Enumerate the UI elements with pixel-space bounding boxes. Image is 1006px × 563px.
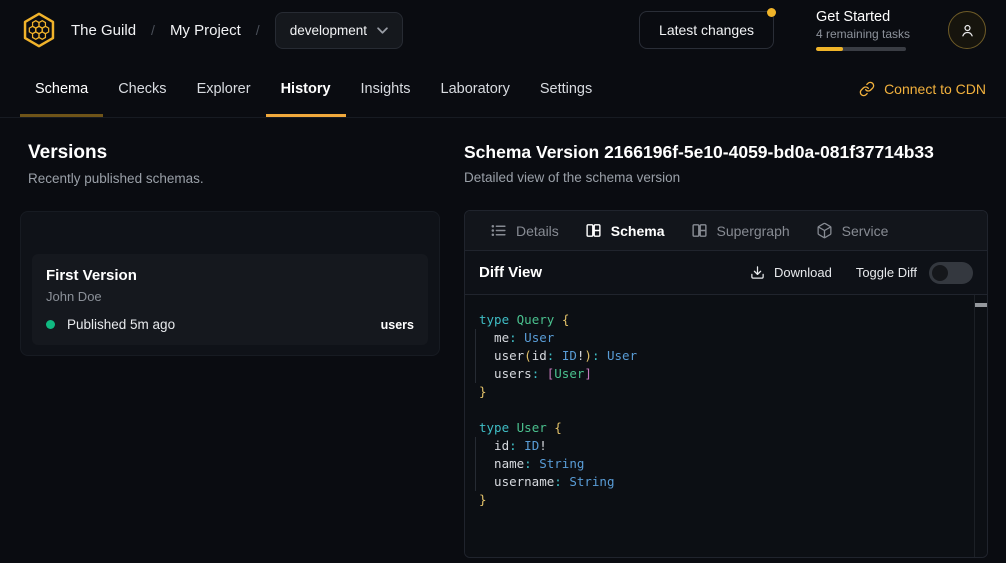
service-badge: users	[381, 318, 414, 332]
latest-changes-button[interactable]: Latest changes	[639, 11, 774, 49]
breadcrumb-org[interactable]: The Guild	[71, 22, 136, 39]
schema-version-column: Schema Version 2166196f-5e10-4059-bd0a-0…	[464, 142, 988, 563]
get-started-widget[interactable]: Get Started 4 remaining tasks	[816, 9, 906, 51]
code-line: name: String	[479, 455, 963, 473]
version-card-author: John Doe	[46, 289, 414, 304]
columns-icon	[691, 222, 708, 239]
versions-subtitle: Recently published schemas.	[28, 171, 440, 186]
environment-selector[interactable]: development	[275, 12, 403, 49]
schema-sdl-viewer: type Query { me: User user(id: ID!): Use…	[465, 295, 987, 557]
user-avatar-button[interactable]	[948, 11, 986, 49]
code-scrollbar-thumb[interactable]	[975, 303, 987, 307]
get-started-subtitle: 4 remaining tasks	[816, 27, 906, 41]
code-line: type User {	[479, 419, 963, 437]
panel-tab-label: Schema	[611, 223, 665, 239]
versions-header: Versions Recently published schemas.	[28, 142, 440, 186]
version-card-title: First Version	[46, 267, 414, 284]
environment-selected-label: development	[290, 23, 367, 38]
versions-list: First Version John Doe Published 5m ago …	[20, 211, 440, 356]
code-line: me: User	[479, 329, 963, 347]
top-bar: The Guild / My Project / development Lat…	[0, 0, 1006, 60]
panel-tab-service[interactable]: Service	[803, 211, 902, 250]
panel-tab-bar: Details Schema	[465, 211, 987, 251]
panel-tab-schema[interactable]: Schema	[572, 211, 678, 250]
tab-checks[interactable]: Checks	[103, 60, 181, 117]
download-icon	[750, 265, 765, 280]
breadcrumb-separator: /	[256, 22, 260, 38]
versions-title: Versions	[28, 142, 440, 164]
code-line: }	[479, 491, 963, 509]
panel-tab-supergraph[interactable]: Supergraph	[678, 211, 803, 250]
tab-laboratory[interactable]: Laboratory	[426, 60, 525, 117]
code-line: users: [User]	[479, 365, 963, 383]
schema-version-title: Schema Version 2166196f-5e10-4059-bd0a-0…	[464, 142, 988, 163]
list-icon	[490, 222, 507, 239]
schema-version-subtitle: Detailed view of the schema version	[464, 170, 988, 185]
tab-insights[interactable]: Insights	[346, 60, 426, 117]
tab-schema[interactable]: Schema	[20, 60, 103, 117]
target-nav: Schema Checks Explorer History Insights …	[0, 60, 1006, 118]
get-started-title: Get Started	[816, 9, 906, 25]
code-line: user(id: ID!): User	[479, 347, 963, 365]
published-status-dot	[46, 320, 55, 329]
version-card-meta: Published 5m ago users	[46, 317, 414, 332]
panel-tab-label: Details	[516, 223, 559, 239]
latest-changes-label: Latest changes	[659, 22, 754, 38]
tab-explorer[interactable]: Explorer	[182, 60, 266, 117]
tab-settings[interactable]: Settings	[525, 60, 607, 117]
topbar-right-group: Latest changes Get Started 4 remaining t…	[639, 9, 986, 51]
tab-history[interactable]: History	[266, 60, 346, 117]
connect-to-cdn-label: Connect to CDN	[884, 81, 986, 97]
code-line: username: String	[479, 473, 963, 491]
guild-honeycomb-logo-icon[interactable]	[20, 11, 58, 49]
graphql-code-block: type Query { me: User user(id: ID!): Use…	[479, 311, 963, 509]
schema-version-header: Schema Version 2166196f-5e10-4059-bd0a-0…	[464, 142, 988, 185]
user-icon	[959, 22, 976, 39]
code-line: id: ID!	[479, 437, 963, 455]
link-icon	[859, 81, 875, 97]
breadcrumb-separator: /	[151, 22, 155, 38]
published-status-text: Published 5m ago	[67, 317, 175, 332]
versions-column: Versions Recently published schemas. Fir…	[20, 142, 440, 563]
get-started-progress-track	[816, 47, 906, 51]
panel-tab-label: Supergraph	[717, 223, 790, 239]
toggle-diff-group: Toggle Diff	[856, 262, 973, 284]
toggle-diff-label: Toggle Diff	[856, 265, 917, 280]
diff-view-controls: Download Toggle Diff	[750, 262, 973, 284]
code-line: }	[479, 383, 963, 401]
toggle-diff-switch[interactable]	[929, 262, 973, 284]
download-label: Download	[774, 265, 832, 280]
version-card[interactable]: First Version John Doe Published 5m ago …	[32, 254, 428, 345]
breadcrumb-project[interactable]: My Project	[170, 22, 241, 39]
code-line: type Query {	[479, 311, 963, 329]
chevron-down-icon	[377, 27, 388, 34]
main-content: Versions Recently published schemas. Fir…	[0, 118, 1006, 563]
panel-tab-label: Service	[842, 223, 889, 239]
notification-dot	[767, 8, 776, 17]
diff-view-title: Diff View	[479, 264, 542, 281]
connect-to-cdn-link[interactable]: Connect to CDN	[859, 60, 986, 117]
get-started-progress-fill	[816, 47, 843, 51]
download-button[interactable]: Download	[750, 265, 832, 280]
target-nav-tabs: Schema Checks Explorer History Insights …	[20, 60, 607, 117]
panel-tab-details[interactable]: Details	[477, 211, 572, 250]
app-window: The Guild / My Project / development Lat…	[0, 0, 1006, 563]
code-line	[479, 401, 963, 419]
columns-icon	[585, 222, 602, 239]
schema-version-panel: Details Schema	[464, 210, 988, 558]
cube-icon	[816, 222, 833, 239]
diff-view-header: Diff View Download Toggle Diff	[465, 251, 987, 295]
code-scrollbar[interactable]	[974, 295, 987, 557]
